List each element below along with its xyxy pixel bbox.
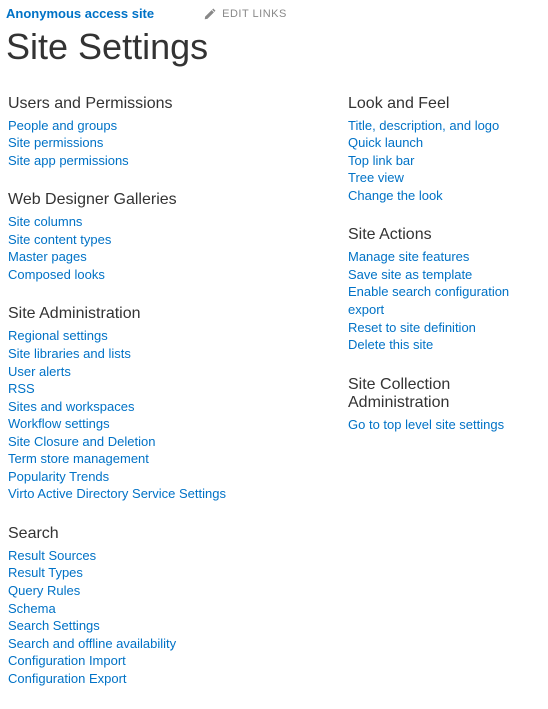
link-title-description-and-logo[interactable]: Title, description, and logo [348, 117, 548, 135]
link-search-and-offline-availability[interactable]: Search and offline availability [8, 635, 348, 653]
section-heading: Look and Feel [348, 95, 548, 113]
link-site-libraries-and-lists[interactable]: Site libraries and lists [8, 345, 348, 363]
edit-links-label: EDIT LINKS [222, 8, 287, 20]
section-search: Search Result SourcesResult TypesQuery Ru… [8, 525, 348, 687]
link-site-closure-and-deletion[interactable]: Site Closure and Deletion [8, 433, 348, 451]
link-site-app-permissions[interactable]: Site app permissions [8, 152, 348, 170]
site-breadcrumb[interactable]: Anonymous access site [6, 6, 154, 21]
link-tree-view[interactable]: Tree view [348, 169, 548, 187]
link-enable-search-configuration-export[interactable]: Enable search configuration export [348, 283, 548, 318]
link-schema[interactable]: Schema [8, 600, 348, 618]
link-site-permissions[interactable]: Site permissions [8, 134, 348, 152]
section-heading: Search [8, 525, 348, 543]
link-search-settings[interactable]: Search Settings [8, 617, 348, 635]
section-users-and-permissions: Users and PermissionsPeople and groupsSi… [8, 95, 348, 170]
link-popularity-trends[interactable]: Popularity Trends [8, 468, 348, 486]
pencil-icon [204, 8, 216, 20]
link-site-columns[interactable]: Site columns [8, 213, 348, 231]
right-column: Look and Feel Title, description, and log… [348, 95, 548, 709]
link-workflow-settings[interactable]: Workflow settings [8, 415, 348, 433]
page-title: Site Settings [6, 27, 548, 67]
link-composed-looks[interactable]: Composed looks [8, 266, 348, 284]
link-virto-active-directory-service-settings[interactable]: Virto Active Directory Service Settings [8, 485, 348, 503]
link-result-sources[interactable]: Result Sources [8, 547, 348, 565]
link-go-to-top-level-site-settings[interactable]: Go to top level site settings [348, 416, 548, 434]
link-delete-this-site[interactable]: Delete this site [348, 336, 548, 354]
link-save-site-as-template[interactable]: Save site as template [348, 266, 548, 284]
settings-columns: Users and PermissionsPeople and groupsSi… [0, 95, 548, 709]
link-configuration-export[interactable]: Configuration Export [8, 670, 348, 688]
link-reset-to-site-definition[interactable]: Reset to site definition [348, 319, 548, 337]
link-term-store-management[interactable]: Term store management [8, 450, 348, 468]
section-heading: Site Actions [348, 226, 548, 244]
link-manage-site-features[interactable]: Manage site features [348, 248, 548, 266]
section-heading: Site Administration [8, 305, 348, 323]
link-query-rules[interactable]: Query Rules [8, 582, 348, 600]
top-bar: Anonymous access site EDIT LINKS [0, 0, 548, 25]
link-result-types[interactable]: Result Types [8, 564, 348, 582]
link-change-the-look[interactable]: Change the look [348, 187, 548, 205]
link-master-pages[interactable]: Master pages [8, 248, 348, 266]
section-site-actions: Site Actions Manage site featuresSave sit… [348, 226, 548, 353]
section-site-administration: Site AdministrationRegional settingsSite… [8, 305, 348, 502]
section-heading: Users and Permissions [8, 95, 348, 113]
link-sites-and-workspaces[interactable]: Sites and workspaces [8, 398, 348, 416]
section-site-collection-administration: Site Collection Administration Go to top … [348, 376, 548, 434]
link-user-alerts[interactable]: User alerts [8, 363, 348, 381]
edit-links-button[interactable]: EDIT LINKS [204, 8, 287, 20]
link-people-and-groups[interactable]: People and groups [8, 117, 348, 135]
section-heading: Site Collection Administration [348, 376, 548, 412]
section-web-designer-galleries: Web Designer Galleries Site columnsSite c… [8, 191, 348, 283]
section-look-and-feel: Look and Feel Title, description, and log… [348, 95, 548, 205]
link-site-content-types[interactable]: Site content types [8, 231, 348, 249]
link-top-link-bar[interactable]: Top link bar [348, 152, 548, 170]
link-configuration-import[interactable]: Configuration Import [8, 652, 348, 670]
link-rss[interactable]: RSS [8, 380, 348, 398]
link-quick-launch[interactable]: Quick launch [348, 134, 548, 152]
left-column: Users and PermissionsPeople and groupsSi… [8, 95, 348, 709]
link-regional-settings[interactable]: Regional settings [8, 327, 348, 345]
section-heading: Web Designer Galleries [8, 191, 348, 209]
